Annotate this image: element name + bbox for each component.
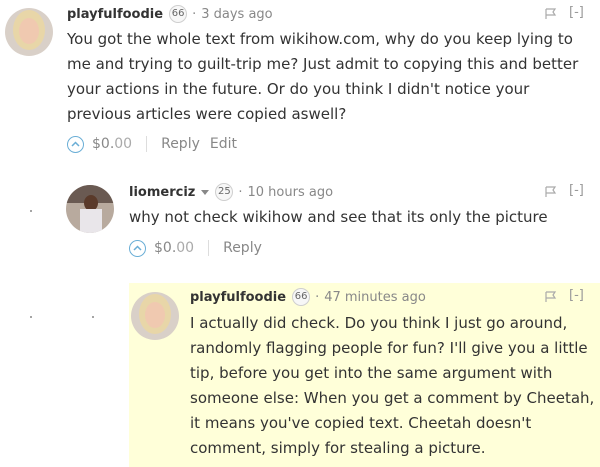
separator: · [192, 6, 197, 22]
reputation-badge: 25 [215, 183, 234, 201]
payout-value[interactable]: $0.00 [92, 136, 132, 152]
avatar[interactable] [66, 185, 114, 233]
payout-cents: 00 [176, 240, 195, 256]
chevron-up-icon [133, 245, 142, 251]
avatar[interactable] [5, 8, 53, 56]
payout-main: $0. [154, 240, 177, 256]
comment-body: You got the whole text from wikihow.com,… [67, 30, 579, 123]
comment-actions: $0.00 Reply Edit [67, 134, 237, 154]
comment-body: why not check wikihow and see that its o… [129, 208, 548, 226]
divider [208, 240, 210, 256]
flag-icon[interactable] [545, 186, 557, 198]
comment-header: liomerciz 25 · 10 hours ago [129, 182, 333, 202]
payout-cents: 00 [114, 136, 133, 152]
flag-icon[interactable] [545, 291, 557, 303]
comment-header: playfulfoodie 66 · 3 days ago [67, 4, 273, 24]
payout-value[interactable]: $0.00 [154, 240, 194, 256]
flag-icon[interactable] [545, 8, 557, 20]
username-link[interactable]: playfulfoodie [67, 7, 163, 22]
thread-dot [92, 316, 94, 318]
payout-main: $0. [92, 136, 115, 152]
thread-dot [30, 316, 32, 318]
thread-dot [30, 210, 32, 212]
reputation-badge: 66 [292, 288, 311, 306]
edit-link[interactable]: Edit [210, 136, 237, 152]
separator: · [238, 184, 243, 200]
reputation-badge: 66 [169, 5, 188, 23]
username-link[interactable]: playfulfoodie [190, 290, 286, 305]
collapse-toggle[interactable]: [-] [569, 288, 584, 303]
collapse-toggle[interactable]: [-] [569, 183, 584, 198]
upvote-button[interactable] [67, 135, 84, 153]
upvote-button[interactable] [129, 239, 146, 257]
collapse-toggle[interactable]: [-] [569, 5, 584, 20]
comment-header: playfulfoodie 66 · 47 minutes ago [190, 287, 426, 307]
chevron-up-icon [71, 141, 80, 147]
avatar[interactable] [131, 292, 179, 340]
timestamp[interactable]: 10 hours ago [248, 185, 334, 200]
reply-link[interactable]: Reply [223, 240, 262, 256]
comment-body: I actually did check. Do you think I jus… [190, 314, 595, 457]
chevron-down-icon[interactable] [201, 190, 210, 195]
separator: · [315, 289, 320, 305]
reply-link[interactable]: Reply [161, 136, 200, 152]
divider [146, 136, 148, 152]
timestamp[interactable]: 3 days ago [201, 7, 272, 22]
comment-actions: $0.00 Reply [129, 238, 262, 258]
timestamp[interactable]: 47 minutes ago [324, 290, 426, 305]
username-link[interactable]: liomerciz [129, 185, 195, 200]
